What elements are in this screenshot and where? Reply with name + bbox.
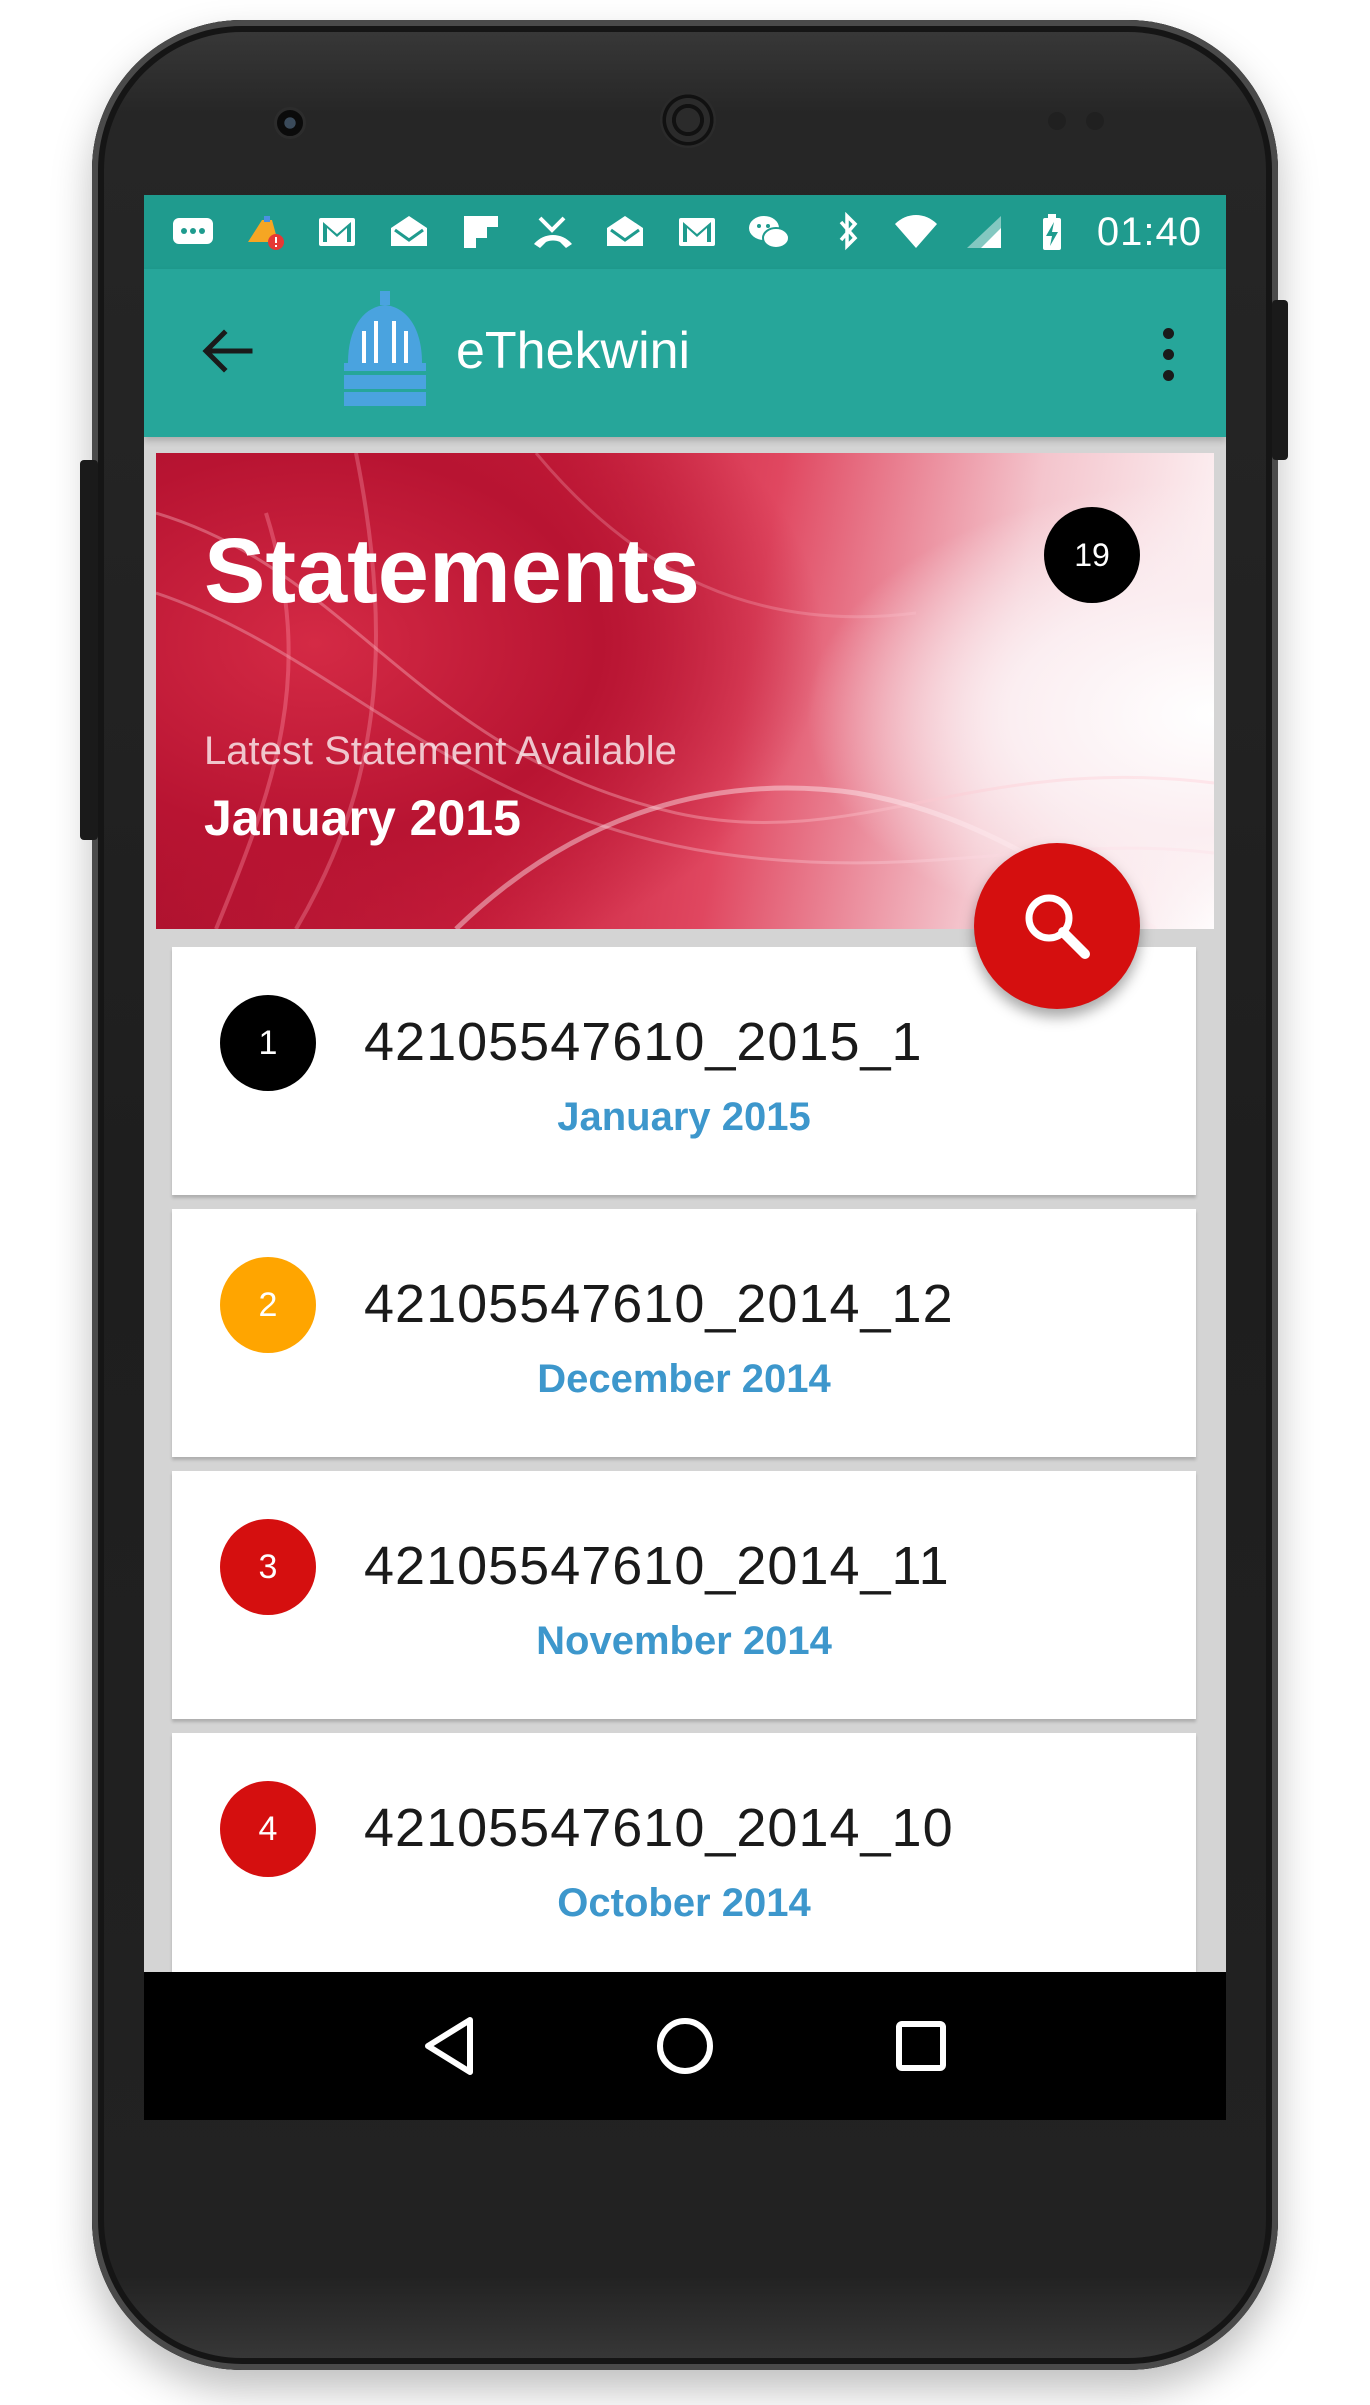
screen: 01:40 eThekwini Statements 19 Latest Sta… xyxy=(144,195,1226,2120)
municipality-logo xyxy=(340,291,430,413)
statement-count-badge: 19 xyxy=(1044,507,1140,603)
app-bar: eThekwini xyxy=(144,269,1226,437)
mail-open-icon xyxy=(386,212,432,252)
square-recents-icon xyxy=(896,2021,946,2071)
overflow-menu-button[interactable] xyxy=(1148,319,1188,389)
latest-statement-label: Latest Statement Available xyxy=(204,729,677,773)
nav-back-button[interactable] xyxy=(410,2006,490,2086)
search-fab-button[interactable] xyxy=(974,843,1140,1009)
circle-home-icon xyxy=(657,2018,713,2074)
list-item[interactable]: 3 42105547610_2014_11 November 2014 xyxy=(172,1471,1196,1719)
wechat-icon xyxy=(746,212,792,252)
signal-icon xyxy=(961,212,1007,252)
nav-home-button[interactable] xyxy=(645,2006,725,2086)
gmail-icon xyxy=(314,212,360,252)
statement-date: December 2014 xyxy=(537,1357,831,1401)
triangle-back-icon xyxy=(425,2017,473,2075)
back-button[interactable] xyxy=(196,319,260,383)
gmail-icon xyxy=(674,212,720,252)
nav-recents-button[interactable] xyxy=(881,2006,961,2086)
power-button xyxy=(1272,300,1288,460)
mail-open-icon xyxy=(602,212,648,252)
statement-id: 42105547610_2014_12 xyxy=(364,1274,954,1334)
flipboard-icon xyxy=(458,212,504,252)
cleaner-alert-icon xyxy=(242,212,288,252)
statement-id: 42105547610_2014_11 xyxy=(364,1536,950,1596)
dot-icon xyxy=(1162,327,1174,339)
earpiece-speaker xyxy=(660,92,716,148)
item-number-badge: 2 xyxy=(220,1257,316,1353)
status-bar: 01:40 xyxy=(144,195,1226,269)
arrow-left-icon xyxy=(202,329,253,373)
volume-button xyxy=(80,460,98,840)
statement-date: January 2015 xyxy=(557,1095,811,1139)
search-icon xyxy=(1025,894,1090,959)
app-title: eThekwini xyxy=(456,322,691,380)
item-number-badge: 4 xyxy=(220,1781,316,1877)
system-navigation-bar xyxy=(144,1972,1226,2120)
statement-date: October 2014 xyxy=(557,1881,811,1925)
battery-charging-icon xyxy=(1029,212,1075,252)
item-number-badge: 1 xyxy=(220,995,316,1091)
item-number-badge: 3 xyxy=(220,1519,316,1615)
statement-date: November 2014 xyxy=(536,1619,832,1663)
page-title: Statements xyxy=(204,520,700,622)
proximity-sensor xyxy=(1048,112,1066,130)
statement-id: 42105547610_2015_1 xyxy=(364,1012,923,1072)
dot-icon xyxy=(1162,369,1174,381)
dot-icon xyxy=(1162,348,1174,360)
chat-bubble-icon xyxy=(170,212,216,252)
missed-call-icon xyxy=(530,212,576,252)
light-sensor xyxy=(1086,112,1104,130)
list-item[interactable]: 2 42105547610_2014_12 December 2014 xyxy=(172,1209,1196,1457)
list-item[interactable]: 4 42105547610_2014_10 October 2014 xyxy=(172,1733,1196,1981)
status-clock: 01:40 xyxy=(1096,209,1202,254)
wifi-icon xyxy=(893,212,939,252)
statement-id: 42105547610_2014_10 xyxy=(364,1798,954,1858)
bluetooth-icon xyxy=(825,212,871,252)
front-camera xyxy=(274,107,306,139)
latest-statement-date: January 2015 xyxy=(204,790,521,846)
